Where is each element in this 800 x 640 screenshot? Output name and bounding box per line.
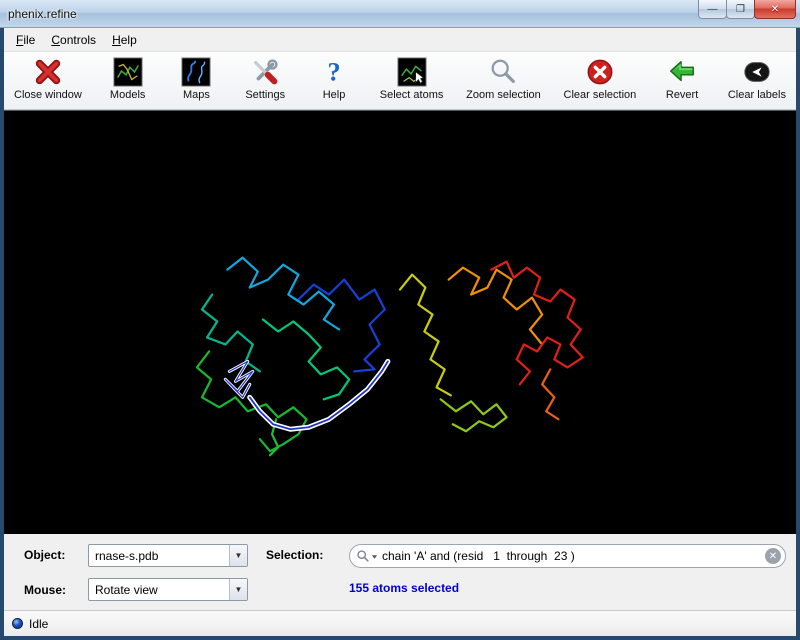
zoom-selection-icon <box>487 56 519 88</box>
chevron-down-icon: ▼ <box>229 579 247 600</box>
tool-label: Close window <box>14 89 82 101</box>
revert-icon <box>666 56 698 88</box>
atoms-selected-text: 155 atoms selected <box>349 581 459 595</box>
search-icon[interactable] <box>356 549 378 563</box>
tool-label: Clear selection <box>564 89 637 101</box>
tool-label: Models <box>110 89 145 101</box>
title-bar[interactable]: phenix.refine — ❐ ✕ <box>0 0 800 28</box>
settings-button[interactable]: Settings <box>242 56 288 101</box>
menu-help[interactable]: Help <box>104 30 145 50</box>
molecule-viewport[interactable] <box>4 110 796 534</box>
svg-text:?: ? <box>327 57 340 86</box>
models-button[interactable]: Models <box>105 56 151 101</box>
object-value: rnase-s.pdb <box>89 549 229 563</box>
selection-input[interactable] <box>378 549 765 563</box>
select-atoms-button[interactable]: Select atoms <box>380 56 444 101</box>
clear-selection-icon <box>584 56 616 88</box>
clear-labels-button[interactable]: Clear labels <box>728 56 786 101</box>
tool-label: Help <box>323 89 346 101</box>
maximize-button[interactable]: ❐ <box>726 0 755 19</box>
tool-label: Maps <box>183 89 210 101</box>
close-window-icon <box>32 56 64 88</box>
menu-bar: File Controls Help <box>4 28 796 52</box>
selection-searchbox: ✕ <box>349 544 786 568</box>
clear-labels-icon <box>741 56 773 88</box>
clear-selection-button[interactable]: Clear selection <box>564 56 637 101</box>
maps-button[interactable]: Maps <box>173 56 219 101</box>
phenix-refine-window: phenix.refine — ❐ ✕ File Controls Help <box>0 0 800 640</box>
toolbar: Close window Models <box>4 52 796 110</box>
status-bar: Idle <box>4 610 796 636</box>
object-label: Object: <box>24 548 65 562</box>
control-panel: Object: rnase-s.pdb ▼ Selection: ✕ Mouse… <box>4 534 796 610</box>
maps-icon <box>180 56 212 88</box>
status-led-icon <box>12 618 23 629</box>
minimize-button[interactable]: — <box>698 0 727 19</box>
clear-input-icon[interactable]: ✕ <box>765 548 781 564</box>
menu-controls[interactable]: Controls <box>43 30 104 50</box>
help-icon: ? <box>318 56 350 88</box>
window-content: File Controls Help Close window <box>0 28 800 640</box>
tool-label: Clear labels <box>728 89 786 101</box>
menu-file[interactable]: File <box>8 30 43 50</box>
revert-button[interactable]: Revert <box>659 56 705 101</box>
close-window-button[interactable]: Close window <box>14 56 82 101</box>
tool-label: Zoom selection <box>466 89 541 101</box>
object-dropdown[interactable]: rnase-s.pdb ▼ <box>88 544 248 567</box>
models-icon <box>112 56 144 88</box>
mouse-label: Mouse: <box>24 583 66 597</box>
mouse-mode-value: Rotate view <box>89 583 229 597</box>
window-title: phenix.refine <box>8 7 77 21</box>
chevron-down-icon: ▼ <box>229 545 247 566</box>
window-controls: — ❐ ✕ <box>699 0 796 19</box>
select-atoms-icon <box>396 56 428 88</box>
protein-backbone-render <box>4 111 796 534</box>
status-text: Idle <box>29 617 48 631</box>
settings-icon <box>249 56 281 88</box>
tool-label: Select atoms <box>380 89 444 101</box>
close-button[interactable]: ✕ <box>754 0 796 19</box>
tool-label: Revert <box>666 89 698 101</box>
tool-label: Settings <box>245 89 285 101</box>
zoom-selection-button[interactable]: Zoom selection <box>466 56 541 101</box>
mouse-mode-dropdown[interactable]: Rotate view ▼ <box>88 578 248 601</box>
help-button[interactable]: ? Help <box>311 56 357 101</box>
selection-label: Selection: <box>266 548 323 562</box>
